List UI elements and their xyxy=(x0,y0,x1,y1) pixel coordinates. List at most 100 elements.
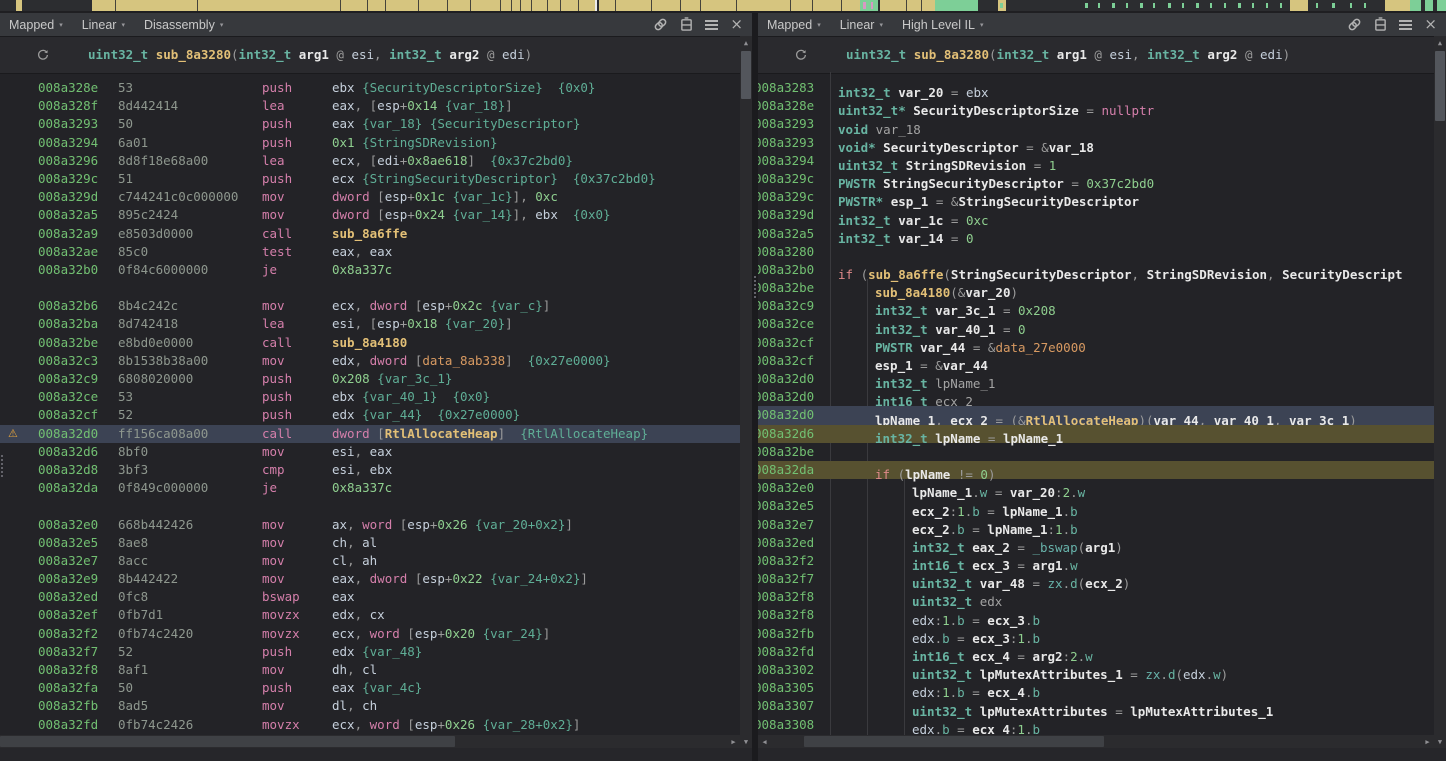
hlil-line[interactable]: 008a32d0int32_t lpName_1 xyxy=(758,370,1434,388)
reanalyze-icon[interactable] xyxy=(794,47,808,66)
hlil-line[interactable]: 008a3305edx:1.b = ecx_4.b xyxy=(758,679,1434,697)
link-icon[interactable] xyxy=(653,17,668,32)
hlil-line[interactable]: 008a32edint32_t eax_2 = _bswap(arg1) xyxy=(758,534,1434,552)
disassembly-line[interactable]: 008a32d83bf3cmpesi, ebx xyxy=(0,461,740,479)
hlil-line[interactable]: 008a32d0int16_t ecx_2 xyxy=(758,388,1434,406)
scrollbar-thumb[interactable] xyxy=(804,736,1104,747)
linear-dropdown[interactable]: Linear ▾ xyxy=(82,18,125,32)
split-pane-icon[interactable] xyxy=(680,17,693,32)
hlil-line[interactable]: 008a32be xyxy=(758,443,1434,461)
hlil-line[interactable]: 008a32daif (lpName != 0) xyxy=(758,461,1434,479)
disassembly-line[interactable]: 008a32c38b1538b38a00movedx, dword [data_… xyxy=(0,352,740,370)
split-pane-icon[interactable] xyxy=(1374,17,1387,32)
hlil-line[interactable]: 008a329dint32_t var_1c = 0xc xyxy=(758,206,1434,224)
disassembly-line[interactable]: 008a32f88af1movdh, cl xyxy=(0,661,740,679)
disassembly-line[interactable]: 008a32d68bf0movesi, eax xyxy=(0,443,740,461)
disassembly-line[interactable]: 008a32da0f849c000000je0x8a337c xyxy=(0,479,740,497)
scrollbar-thumb[interactable] xyxy=(741,51,751,99)
disassembly-line[interactable]: 008a328e53pushebx {SecurityDescriptorSiz… xyxy=(0,79,740,97)
disassembly-line[interactable]: 008a32ef0fb7d1movzxedx, cx xyxy=(0,606,740,624)
hlil-line[interactable]: 008a3294uint32_t StringSDRevision = 1 xyxy=(758,152,1434,170)
splitter-grip-icon[interactable] xyxy=(754,276,756,298)
mapped-dropdown[interactable]: Mapped ▾ xyxy=(9,18,63,32)
hlil-line[interactable]: 008a32e0lpName_1.w = var_20:2.w xyxy=(758,479,1434,497)
scroll-right-icon[interactable]: ▶ xyxy=(1421,735,1434,748)
hlil-line[interactable]: 008a32d0lpName_1, ecx_2 = (&RtlAllocateH… xyxy=(758,406,1434,424)
disassembly-line[interactable]: 008a32fb8ad5movdl, ch xyxy=(0,697,740,715)
disassembly-line[interactable]: 008a32f20fb74c2420movzxecx, word [esp+0x… xyxy=(0,625,740,643)
vertical-scrollbar[interactable]: ▲ ▼ xyxy=(740,36,752,748)
hlil-line[interactable]: 008a329cPWSTR* esp_1 = &StringSecurityDe… xyxy=(758,188,1434,206)
hlil-line[interactable]: 008a3283int32_t var_20 = ebx xyxy=(758,79,1434,97)
hlil-line[interactable]: 008a32e7ecx_2.b = lpName_1:1.b xyxy=(758,516,1434,534)
hlil-line[interactable]: 008a32ceint32_t var_40_1 = 0 xyxy=(758,315,1434,333)
link-icon[interactable] xyxy=(1347,17,1362,32)
hlil-line[interactable]: 008a32c9int32_t var_3c_1 = 0x208 xyxy=(758,297,1434,315)
view-type-dropdown[interactable]: Disassembly ▾ xyxy=(144,18,223,32)
hlil-line[interactable]: 008a3308edx.b = ecx_4:1.b xyxy=(758,716,1434,734)
disassembly-line[interactable] xyxy=(0,279,740,297)
disassembly-line[interactable]: 008a329c51pushecx {StringSecurityDescrip… xyxy=(0,170,740,188)
scrollbar-thumb[interactable] xyxy=(0,736,455,747)
linear-dropdown[interactable]: Linear ▾ xyxy=(840,18,883,32)
reanalyze-icon[interactable] xyxy=(36,47,50,66)
scroll-up-icon[interactable]: ▲ xyxy=(740,36,752,49)
hlil-line[interactable]: 008a32f8uint32_t edx xyxy=(758,588,1434,606)
disassembly-line[interactable]: 008a32e98b442422moveax, dword [esp+0x22 … xyxy=(0,570,740,588)
disassembly-line[interactable]: 008a32f752pushedx {var_48} xyxy=(0,643,740,661)
close-icon[interactable]: × xyxy=(730,17,743,32)
hlil-line[interactable]: 008a32besub_8a4180(&var_20) xyxy=(758,279,1434,297)
hlil-line[interactable]: 008a32a5int32_t var_14 = 0 xyxy=(758,225,1434,243)
view-type-dropdown[interactable]: High Level IL ▾ xyxy=(902,18,983,32)
disassembly-line[interactable]: ⚠008a32d0ff156ca08a00calldword [RtlAlloc… xyxy=(0,425,740,443)
disassembly-line[interactable]: 008a32e58ae8movch, al xyxy=(0,534,740,552)
hlil-line[interactable]: 008a32cfPWSTR var_44 = &data_27e0000 xyxy=(758,334,1434,352)
hlil-line[interactable]: 008a32fdint16_t ecx_4 = arg2:2.w xyxy=(758,643,1434,661)
scroll-up-icon[interactable]: ▲ xyxy=(1434,36,1446,49)
disassembly-line[interactable]: 008a32e0668b442426movax, word [esp+0x26 … xyxy=(0,516,740,534)
hlil-line[interactable]: 008a3293void* SecurityDescriptor = &var_… xyxy=(758,134,1434,152)
horizontal-scrollbar[interactable]: ◀ ▶ xyxy=(758,735,1434,748)
horizontal-scrollbar[interactable]: ▶ xyxy=(0,735,740,748)
window-edge-grip-icon[interactable] xyxy=(1,455,3,477)
disassembly-line[interactable]: 008a32e78accmovcl, ah xyxy=(0,552,740,570)
mapped-dropdown[interactable]: Mapped ▾ xyxy=(767,18,821,32)
disassembly-line[interactable]: 008a32a5895c2424movdword [esp+0x24 {var_… xyxy=(0,206,740,224)
disassembly-line[interactable]: 008a32cf52pushedx {var_44} {0x27e0000} xyxy=(0,406,740,424)
disassembly-line[interactable]: 008a32946a01push0x1 {StringSDRevision} xyxy=(0,134,740,152)
disassembly-line[interactable]: 008a328f8d442414leaeax, [esp+0x14 {var_1… xyxy=(0,97,740,115)
disassembly-line[interactable] xyxy=(0,497,740,515)
hlil-line[interactable]: 008a3302uint32_t lpMutexAttributes_1 = z… xyxy=(758,661,1434,679)
menu-icon[interactable] xyxy=(1399,20,1412,30)
disassembly-line[interactable]: 008a32ba8d742418leaesi, [esp+0x18 {var_2… xyxy=(0,315,740,333)
vertical-scrollbar[interactable]: ▲ ▼ xyxy=(1434,36,1446,748)
hlil-line[interactable]: 008a32fbedx.b = ecx_3:1.b xyxy=(758,625,1434,643)
disassembly-line[interactable]: 008a329dc744241c0c000000movdword [esp+0x… xyxy=(0,188,740,206)
hlil-line[interactable]: 008a32cfesp_1 = &var_44 xyxy=(758,352,1434,370)
hlil-line[interactable]: 008a32e5ecx_2:1.b = lpName_1.b xyxy=(758,497,1434,515)
hlil-line[interactable]: 008a3280 xyxy=(758,243,1434,261)
disassembly-line[interactable]: 008a32b68b4c242cmovecx, dword [esp+0x2c … xyxy=(0,297,740,315)
disassembly-line[interactable]: 008a32ce53pushebx {var_40_1} {0x0} xyxy=(0,388,740,406)
scroll-left-icon[interactable]: ◀ xyxy=(758,735,771,748)
disassembly-line[interactable]: 008a32fa50pusheax {var_4c} xyxy=(0,679,740,697)
menu-icon[interactable] xyxy=(705,20,718,30)
hlil-line[interactable]: 008a32b0if (sub_8a6ffe(StringSecurityDes… xyxy=(758,261,1434,279)
disassembly-line[interactable]: 008a329350pusheax {var_18} {SecurityDesc… xyxy=(0,115,740,133)
disassembly-line[interactable]: 008a32fd0fb74c2426movzxecx, word [esp+0x… xyxy=(0,716,740,734)
hlil-line[interactable]: 008a32d6int32_t lpName = lpName_1 xyxy=(758,425,1434,443)
hlil-line[interactable]: 008a32f7uint32_t var_48 = zx.d(ecx_2) xyxy=(758,570,1434,588)
disassembly-line[interactable]: 008a32bee8bd0e0000callsub_8a4180 xyxy=(0,334,740,352)
scroll-down-icon[interactable]: ▼ xyxy=(740,735,752,748)
disassembly-line[interactable]: 008a32a9e8503d0000callsub_8a6ffe xyxy=(0,225,740,243)
hlil-line[interactable]: 008a3307uint32_t lpMutexAttributes = lpM… xyxy=(758,697,1434,715)
function-signature[interactable]: uint32_t sub_8a3280(int32_t arg1 @ esi, … xyxy=(846,47,1290,62)
disassembly-line[interactable]: 008a32ed0fc8bswapeax xyxy=(0,588,740,606)
disassembly-line[interactable]: 008a32b00f84c6000000je0x8a337c xyxy=(0,261,740,279)
hlil-line[interactable]: 008a3293void var_18 xyxy=(758,115,1434,133)
scroll-right-icon[interactable]: ▶ xyxy=(727,735,740,748)
hlil-line[interactable]: 008a328euint32_t* SecurityDescriptorSize… xyxy=(758,97,1434,115)
hlil-line[interactable]: 008a32f8edx:1.b = ecx_3.b xyxy=(758,606,1434,624)
feature-map[interactable] xyxy=(0,0,1446,13)
disassembly-line[interactable]: 008a32c96808020000push0x208 {var_3c_1} xyxy=(0,370,740,388)
